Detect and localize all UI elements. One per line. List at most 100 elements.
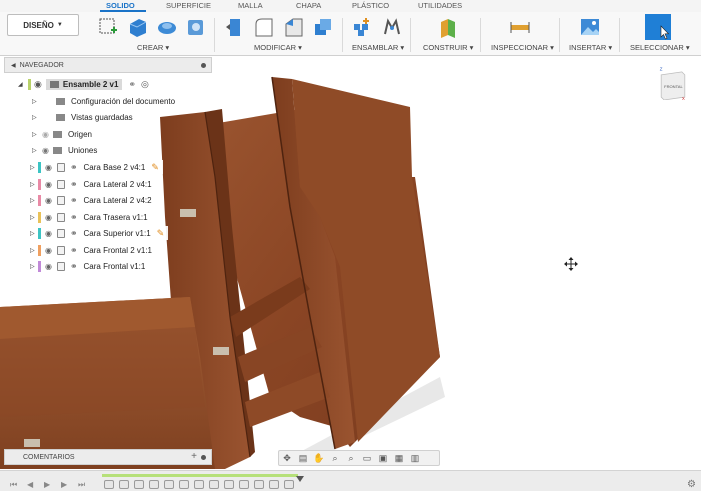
eye-icon[interactable]: ◉ bbox=[45, 163, 52, 172]
visual-style-icon[interactable]: ▣ bbox=[375, 453, 391, 464]
tree-component[interactable]: ▷ ◉ ⚭ Cara Lateral 2 v4:1 bbox=[30, 177, 156, 191]
step-back-icon[interactable]: ◀ bbox=[27, 480, 33, 489]
insert-image-icon[interactable] bbox=[579, 16, 601, 38]
expand-triangle-icon[interactable]: ▷ bbox=[32, 147, 42, 154]
eye-icon[interactable]: ◉ bbox=[42, 146, 49, 155]
fillet-icon[interactable] bbox=[253, 16, 275, 38]
orbit-icon[interactable]: ✥ bbox=[279, 453, 295, 464]
timeline-feature-icon[interactable] bbox=[239, 480, 249, 489]
tree-folder[interactable]: ▷ Configuración del documento bbox=[32, 94, 175, 108]
expand-triangle-icon[interactable]: ▷ bbox=[30, 181, 38, 188]
expand-triangle-icon[interactable]: ▷ bbox=[32, 131, 42, 138]
eye-icon[interactable]: ◉ bbox=[45, 180, 52, 189]
expand-triangle-icon[interactable]: ▷ bbox=[30, 214, 38, 221]
tab-utilidades[interactable]: UTILIDADES bbox=[418, 1, 462, 10]
eye-icon[interactable]: ◉ bbox=[45, 213, 52, 222]
display-settings-icon[interactable]: ▭ bbox=[359, 453, 375, 464]
go-to-start-icon[interactable]: ⏮ bbox=[10, 480, 17, 490]
workspace-selector-button[interactable]: DISEÑO ▼ bbox=[7, 14, 79, 36]
edit-pencil-icon[interactable]: ✎ bbox=[151, 162, 159, 173]
timeline-feature-icon[interactable] bbox=[224, 480, 234, 489]
timeline-settings-icon[interactable]: ⚙ bbox=[687, 479, 696, 490]
collapse-arrow-icon[interactable]: ◀ bbox=[11, 62, 16, 69]
timeline-feature-icon[interactable] bbox=[194, 480, 204, 489]
tree-folder[interactable]: ▷ ◉ Uniones bbox=[32, 143, 97, 157]
group-seleccionar-label[interactable]: SELECCIONAR ▾ bbox=[630, 43, 690, 52]
pan-icon[interactable]: ✋ bbox=[311, 453, 327, 464]
tab-solido[interactable]: SOLIDO bbox=[106, 1, 135, 10]
expand-triangle-icon[interactable]: ▷ bbox=[30, 164, 38, 171]
edit-pencil-icon[interactable]: ✎ bbox=[157, 228, 165, 239]
view-cube[interactable]: FRONTAL Z X bbox=[655, 66, 691, 100]
expand-triangle-icon[interactable]: ▷ bbox=[30, 247, 38, 254]
comments-panel-header[interactable]: COMENTARIOS + bbox=[4, 449, 212, 465]
group-ensamblar-label[interactable]: ENSAMBLAR ▾ bbox=[352, 43, 404, 52]
collapse-triangle-icon[interactable]: ◢ bbox=[18, 81, 28, 88]
timeline-feature-icon[interactable] bbox=[179, 480, 189, 489]
navigator-menu-icon[interactable] bbox=[201, 63, 206, 68]
eye-icon[interactable]: ◉ bbox=[42, 130, 49, 139]
tree-component[interactable]: ▷ ◉ ⚭ Cara Trasera v1:1 bbox=[30, 210, 152, 224]
revolve-icon[interactable] bbox=[156, 16, 178, 38]
eye-icon[interactable]: ◉ bbox=[45, 262, 52, 271]
eye-icon[interactable]: ◉ bbox=[45, 246, 52, 255]
expand-triangle-icon[interactable]: ▷ bbox=[30, 197, 38, 204]
add-comment-icon[interactable]: + bbox=[191, 451, 197, 462]
select-icon[interactable] bbox=[645, 14, 671, 40]
tab-superficie[interactable]: SUPERFICIE bbox=[166, 1, 211, 10]
tree-component[interactable]: ▷ ◉ ⚭ Cara Base 2 v4:1 ✎ bbox=[30, 160, 163, 174]
look-at-icon[interactable]: ▤ bbox=[295, 453, 311, 464]
eye-icon[interactable]: ◉ bbox=[45, 196, 52, 205]
go-to-end-icon[interactable]: ⏭ bbox=[78, 480, 85, 490]
expand-triangle-icon[interactable]: ▷ bbox=[32, 98, 42, 105]
play-icon[interactable]: ▶ bbox=[44, 480, 50, 489]
timeline-feature-icon[interactable] bbox=[269, 480, 279, 489]
timeline-feature-icon[interactable] bbox=[209, 480, 219, 489]
activate-radio-icon[interactable]: ◎ bbox=[141, 79, 149, 90]
measure-icon[interactable] bbox=[509, 16, 531, 38]
expand-triangle-icon[interactable]: ▷ bbox=[30, 230, 38, 237]
timeline-feature-icon[interactable] bbox=[104, 480, 114, 489]
timeline-feature-icon[interactable] bbox=[164, 480, 174, 489]
combine-icon[interactable] bbox=[312, 16, 334, 38]
group-insertar-label[interactable]: INSERTAR ▾ bbox=[569, 43, 612, 52]
step-forward-icon[interactable]: ▶ bbox=[61, 480, 67, 489]
new-component-icon[interactable] bbox=[351, 16, 373, 38]
extrude-icon[interactable] bbox=[127, 16, 149, 38]
tree-component[interactable]: ▷ ◉ ⚭ Cara Superior v1:1 ✎ bbox=[30, 226, 169, 240]
tree-root[interactable]: ◢ ◉ Ensamble 2 v1 ⚭ ◎ bbox=[18, 77, 149, 91]
timeline-feature-icon[interactable] bbox=[134, 480, 144, 489]
tab-chapa[interactable]: CHAPA bbox=[296, 1, 321, 10]
group-crear-label[interactable]: CREAR ▾ bbox=[137, 43, 169, 52]
eye-icon[interactable]: ◉ bbox=[45, 229, 52, 238]
navigator-header[interactable]: ◀ NAVEGADOR bbox=[4, 57, 212, 73]
expand-triangle-icon[interactable]: ▷ bbox=[32, 114, 42, 121]
grid-settings-icon[interactable]: ▦ bbox=[391, 453, 407, 464]
tree-component[interactable]: ▷ ◉ ⚭ Cara Frontal v1:1 bbox=[30, 259, 150, 273]
timeline-marker[interactable] bbox=[296, 476, 304, 482]
fit-icon[interactable]: ⌕ bbox=[343, 453, 359, 464]
timeline-feature-icon[interactable] bbox=[254, 480, 264, 489]
create-sketch-icon[interactable] bbox=[97, 16, 119, 38]
tree-folder[interactable]: ▷ ◉ Origen bbox=[32, 127, 92, 141]
expand-triangle-icon[interactable]: ▷ bbox=[30, 263, 38, 270]
group-construir-label[interactable]: CONSTRUIR ▾ bbox=[423, 43, 473, 52]
tab-plastico[interactable]: PLÁSTICO bbox=[352, 1, 389, 10]
joint-icon[interactable] bbox=[381, 16, 403, 38]
tab-malla[interactable]: MALLA bbox=[238, 1, 263, 10]
press-pull-icon[interactable] bbox=[224, 16, 246, 38]
tree-component[interactable]: ▷ ◉ ⚭ Cara Lateral 2 v4:2 bbox=[30, 193, 156, 207]
shell-icon[interactable] bbox=[185, 16, 207, 38]
timeline-feature-icon[interactable] bbox=[119, 480, 129, 489]
construct-plane-icon[interactable] bbox=[437, 16, 459, 38]
chamfer-icon[interactable] bbox=[283, 16, 305, 38]
eye-icon[interactable]: ◉ bbox=[34, 79, 42, 90]
zoom-icon[interactable]: ⌕ bbox=[327, 453, 343, 464]
timeline-feature-icon[interactable] bbox=[284, 480, 294, 489]
comments-menu-icon[interactable] bbox=[201, 455, 206, 460]
tree-folder[interactable]: ▷ Vistas guardadas bbox=[32, 110, 133, 124]
group-modificar-label[interactable]: MODIFICAR ▾ bbox=[254, 43, 302, 52]
group-inspeccionar-label[interactable]: INSPECCIONAR ▾ bbox=[491, 43, 554, 52]
timeline-feature-icon[interactable] bbox=[149, 480, 159, 489]
viewports-icon[interactable]: ▥ bbox=[407, 453, 423, 464]
